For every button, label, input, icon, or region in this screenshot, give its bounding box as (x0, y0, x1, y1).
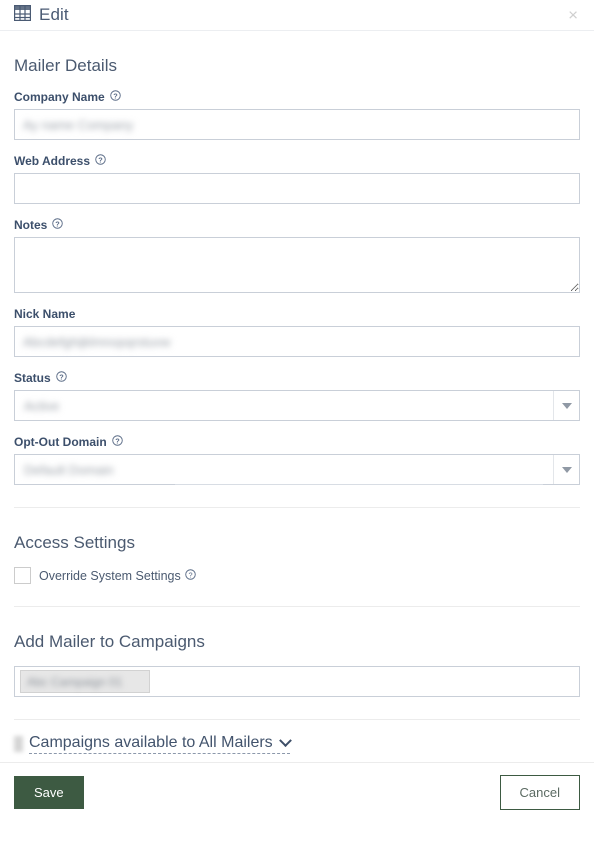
company-name-input[interactable] (14, 109, 580, 140)
chevron-down-icon (553, 455, 579, 484)
campaigns-token-input[interactable]: Abc Campaign 01 (14, 666, 580, 697)
status-select[interactable]: Active (14, 390, 580, 421)
nick-name-input[interactable] (14, 326, 580, 357)
label-notes-text: Notes (14, 218, 48, 232)
render-artifact-line (175, 484, 543, 485)
label-status-text: Status (14, 371, 51, 385)
label-nick-name: Nick Name (14, 307, 580, 321)
chevron-down-icon (553, 391, 579, 420)
svg-text:?: ? (113, 91, 118, 100)
modal-header-left: Edit (13, 4, 69, 26)
chevron-down-icon (278, 733, 292, 747)
svg-text:?: ? (56, 219, 61, 228)
modal-body: Mailer Details Company Name ? Ay name Co… (0, 56, 594, 756)
label-web-address-text: Web Address (14, 154, 91, 168)
section-title-mailer-details: Mailer Details (14, 56, 117, 75)
section-title-add-mailer-to-campaigns: Add Mailer to Campaigns (14, 632, 205, 651)
help-circle-icon[interactable]: ? (95, 154, 106, 168)
override-system-settings-label-text: Override System Settings (39, 568, 181, 583)
label-company-name: Company Name ? (14, 90, 580, 104)
table-grid-icon (13, 4, 32, 26)
modal-footer: Save Cancel (0, 762, 594, 810)
campaigns-available-expander-label: Campaigns available to All Mailers (29, 734, 273, 751)
field-company-name: Company Name ? Ay name Company (14, 90, 580, 140)
campaign-token[interactable]: Abc Campaign 01 (20, 670, 150, 693)
help-circle-icon[interactable]: ? (111, 435, 123, 449)
svg-text:?: ? (59, 372, 64, 381)
section-title-access-settings: Access Settings (14, 533, 135, 552)
override-system-settings-row[interactable]: Override System Settings ? (14, 567, 580, 584)
label-opt-out-domain-text: Opt-Out Domain (14, 435, 107, 449)
input-wrap-web-address (14, 173, 580, 204)
divider-campaigns (14, 606, 580, 607)
svg-text:?: ? (98, 155, 103, 164)
label-nick-name-text: Nick Name (14, 307, 76, 321)
field-nick-name: Nick Name Abcdefghijklmnopqrstuvw (14, 307, 580, 357)
label-opt-out-domain: Opt-Out Domain ? (14, 435, 580, 449)
label-company-name-text: Company Name (14, 90, 105, 104)
help-circle-icon[interactable]: ? (55, 371, 67, 385)
close-icon[interactable]: × (566, 7, 580, 24)
field-notes: Notes ? (14, 218, 580, 293)
divider-access-settings (14, 507, 580, 508)
override-system-settings-label: Override System Settings ? (39, 569, 196, 583)
override-system-settings-checkbox[interactable] (14, 567, 31, 584)
help-circle-icon[interactable]: ? (109, 90, 121, 104)
field-status: Status ? Active (14, 371, 580, 421)
cancel-button[interactable]: Cancel (499, 775, 580, 810)
status-redacted-value: Active (24, 398, 60, 413)
opt-out-domain-redacted-value: Default Domain (24, 462, 114, 477)
svg-text:?: ? (115, 436, 120, 445)
help-circle-icon[interactable]: ? (184, 568, 196, 583)
web-address-input[interactable] (14, 173, 580, 204)
save-button[interactable]: Save (14, 776, 84, 809)
render-artifact-block (14, 736, 23, 752)
modal-title: Edit (39, 5, 69, 24)
input-wrap-company-name: Ay name Company (14, 109, 580, 140)
label-web-address: Web Address ? (14, 154, 580, 168)
label-notes: Notes ? (14, 218, 580, 232)
svg-text:?: ? (188, 570, 192, 579)
modal-header: Edit × (0, 0, 594, 31)
campaign-token-text: Abc Campaign 01 (27, 674, 123, 689)
campaigns-available-expander-row: Campaigns available to All Mailers (14, 733, 580, 756)
input-wrap-nick-name: Abcdefghijklmnopqrstuvw (14, 326, 580, 357)
campaigns-available-expander[interactable]: Campaigns available to All Mailers (29, 733, 292, 754)
field-web-address: Web Address ? (14, 154, 580, 204)
opt-out-domain-select[interactable]: Default Domain (14, 454, 580, 485)
field-opt-out-domain: Opt-Out Domain ? Default Domain (14, 435, 580, 485)
notes-textarea[interactable] (14, 237, 580, 293)
divider-expander (14, 719, 580, 720)
label-status: Status ? (14, 371, 580, 385)
help-circle-icon[interactable]: ? (52, 218, 64, 232)
